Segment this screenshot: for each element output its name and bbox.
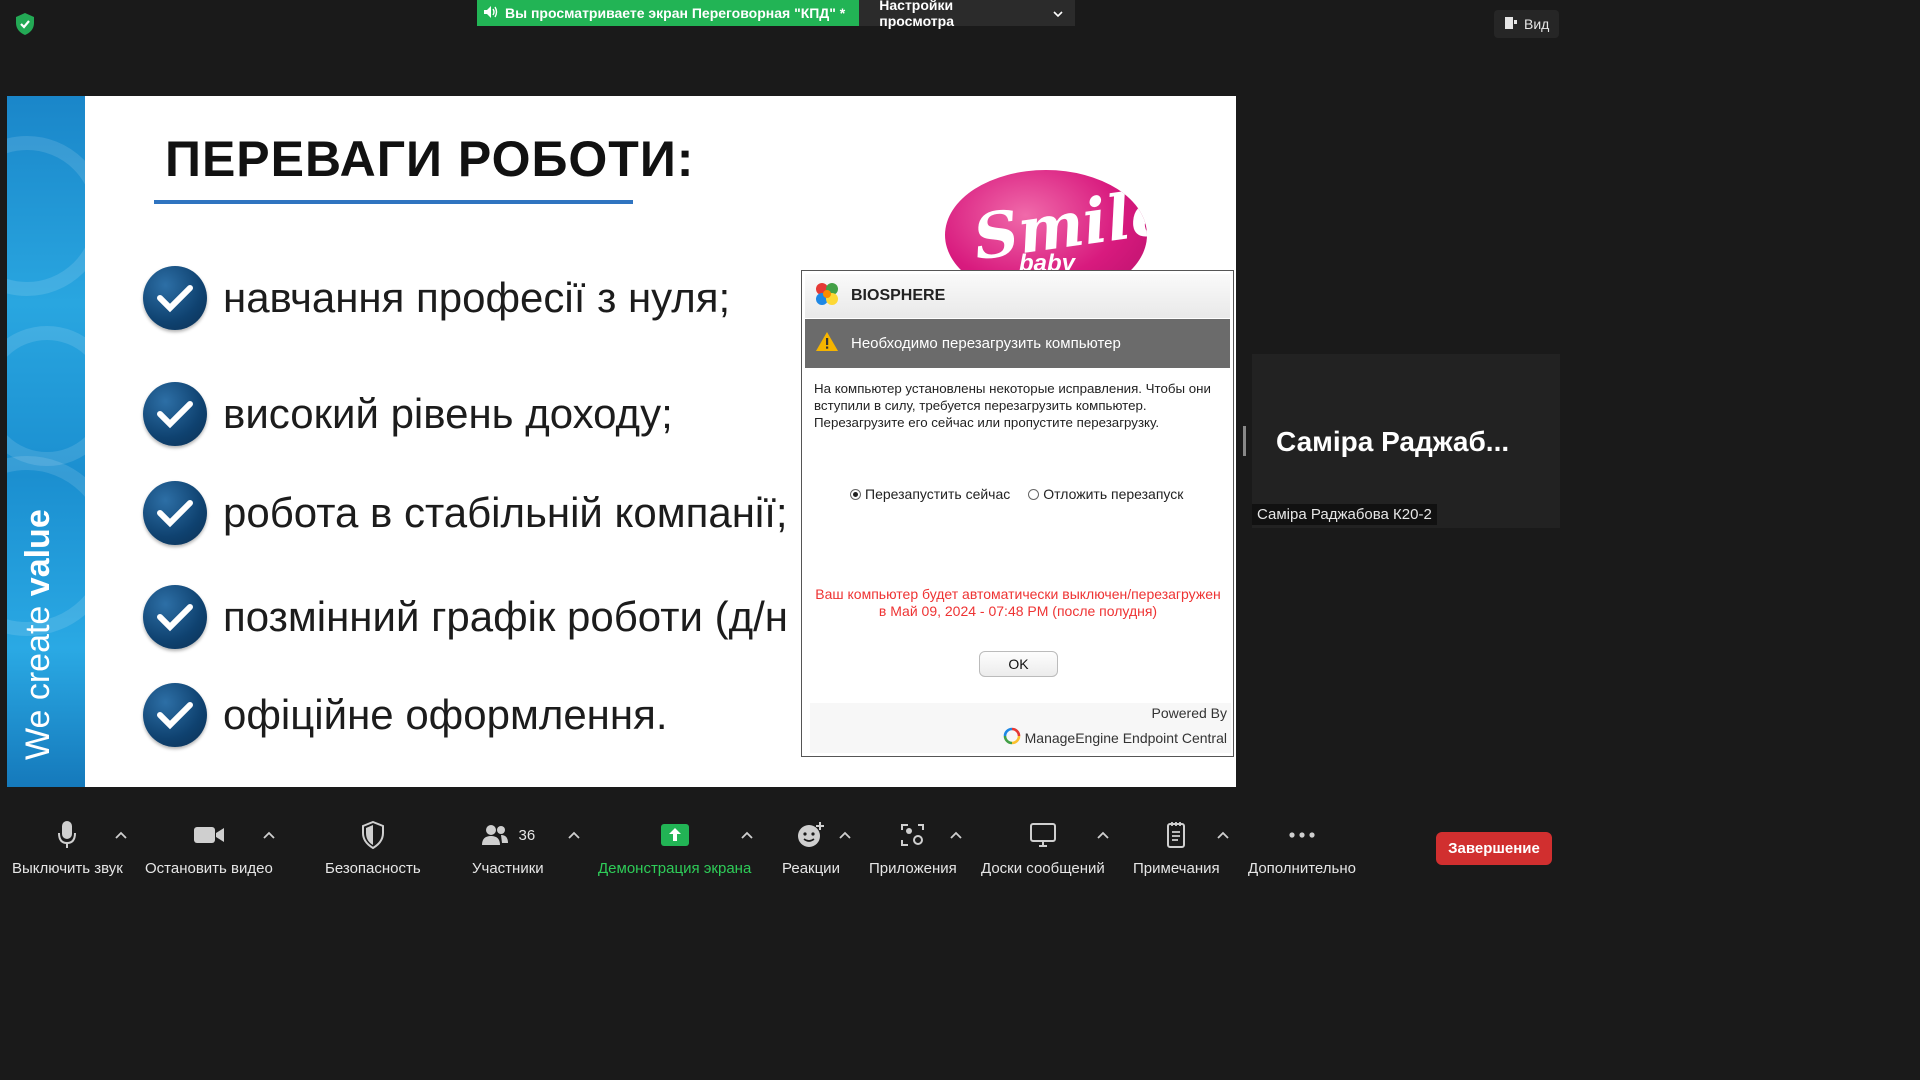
apps-button[interactable]: Приложения [869, 818, 957, 877]
slide-bullet: високий рівень доходу; [143, 382, 673, 446]
warning-icon [815, 331, 839, 356]
video-label: Остановить видео [145, 860, 273, 877]
ok-button[interactable]: OK [979, 651, 1058, 677]
emoji-add-icon [797, 818, 825, 852]
stop-video-button[interactable]: Остановить видео [145, 818, 273, 877]
view-label: Вид [1524, 16, 1550, 32]
layout-icon [1504, 16, 1518, 33]
view-button[interactable]: Вид [1494, 10, 1560, 38]
slide-side-strip: We create value [7, 96, 85, 787]
speaker-icon [483, 5, 499, 22]
chevron-up-icon[interactable] [1096, 830, 1110, 840]
microphone-icon [57, 818, 77, 852]
slide-strip-slogan: We create value [19, 500, 58, 760]
auto-restart-warning: Ваш компьютер будет автоматически выключ… [815, 586, 1221, 619]
chevron-up-icon[interactable] [262, 830, 276, 840]
participants-icon: 36 [480, 818, 535, 852]
dialog-header: BIOSPHERE [805, 274, 1230, 318]
checkmark-icon [143, 481, 207, 545]
slide-bullet: навчання професії з нуля; [143, 266, 730, 330]
checkmark-icon [143, 266, 207, 330]
checkmark-icon [143, 382, 207, 446]
slogan-bold: value [19, 509, 57, 597]
manageengine-logo-icon [1003, 727, 1021, 748]
radio-button-unchecked[interactable] [1028, 488, 1040, 500]
apps-label: Приложения [869, 860, 957, 877]
slide-bullet: позмінний графік роботи (д/н [143, 585, 788, 649]
dialog-footer: Powered By ManageEngine Endpoint Central [810, 703, 1231, 753]
participants-button[interactable]: 36 Участники [472, 818, 544, 877]
notes-button[interactable]: Примечания [1133, 818, 1220, 877]
security-shield-icon[interactable] [14, 12, 36, 36]
participant-display-name: Саміра Раджаб... [1276, 426, 1510, 457]
chevron-down-icon [1053, 5, 1063, 21]
slide-title: ПЕРЕВАГИ РОБОТИ: [165, 131, 695, 187]
slide-bullet: робота в стабільній компанії; [143, 481, 788, 545]
share-notice: Вы просматриваете экран Переговорная "КП… [477, 0, 860, 26]
bullet-text: навчання професії з нуля; [223, 274, 731, 321]
vendor-branding: ManageEngine Endpoint Central [1003, 727, 1227, 748]
share-notice-text: Вы просматриваете экран Переговорная "КП… [505, 5, 846, 21]
share-label: Демонстрация экрана [598, 860, 752, 877]
chevron-up-icon[interactable] [1216, 830, 1230, 840]
more-label: Дополнительно [1248, 860, 1356, 877]
shield-icon [361, 818, 385, 852]
reactions-label: Реакции [782, 860, 840, 877]
radio-restart-now[interactable]: Перезапустить сейчас [850, 486, 1010, 502]
radio-label: Перезапустить сейчас [865, 486, 1011, 502]
checkmark-icon [143, 585, 207, 649]
dialog-message: На компьютер установлены некоторые испра… [814, 381, 1211, 430]
screen-share-banner: Вы просматриваете экран Переговорная "КП… [477, 0, 1076, 29]
notes-label: Примечания [1133, 860, 1220, 877]
chevron-up-icon[interactable] [740, 830, 754, 840]
security-button[interactable]: Безопасность [325, 818, 421, 877]
mute-label: Выключить звук [12, 860, 123, 877]
end-meeting-button[interactable]: Завершение [1436, 832, 1552, 865]
more-dots-icon [1288, 818, 1316, 852]
video-camera-icon [193, 818, 225, 852]
whiteboards-label: Доски сообщений [981, 860, 1105, 877]
bullet-text: позмінний графік роботи (д/н [223, 593, 788, 640]
chevron-up-icon[interactable] [838, 830, 852, 840]
notes-icon [1165, 818, 1187, 852]
title-underline [154, 200, 633, 204]
participants-count: 36 [518, 826, 536, 844]
mute-button[interactable]: Выключить звук [12, 818, 123, 877]
chevron-up-icon[interactable] [114, 830, 128, 840]
security-label: Безопасность [325, 860, 421, 877]
bullet-text: офіційне оформлення. [223, 691, 668, 738]
restart-dialog: BIOSPHERE Необходимо перезагрузить компь… [801, 270, 1234, 757]
bullet-text: високий рівень доходу; [223, 390, 673, 437]
participant-video-tile[interactable]: Саміра Раджаб... Саміра Раджабова К20-2 [1252, 354, 1560, 528]
slogan-light: We create [19, 596, 57, 760]
dialog-app-name: BIOSPHERE [851, 287, 946, 304]
biosphere-logo-icon [813, 280, 841, 313]
chevron-up-icon[interactable] [567, 830, 581, 840]
participant-name-label: Саміра Раджабова К20-2 [1252, 504, 1437, 525]
view-options-button[interactable]: Настройки просмотра [859, 0, 1076, 29]
apps-icon [900, 818, 926, 852]
chevron-up-icon[interactable] [949, 830, 963, 840]
panel-resize-handle[interactable] [1243, 426, 1246, 456]
powered-by-label: Powered By [1151, 705, 1227, 721]
view-options-label: Настройки просмотра [879, 0, 954, 29]
restart-options: Перезапустить сейчас Отложить перезапуск [850, 486, 1183, 502]
meeting-toolbar: Выключить звук Остановить видео Безопасн… [0, 800, 1568, 882]
share-screen-button[interactable]: Демонстрация экрана [598, 818, 751, 877]
bullet-text: робота в стабільній компанії; [223, 489, 788, 536]
participants-label: Участники [472, 860, 544, 877]
slide-bullet: офіційне оформлення. [143, 683, 668, 747]
dialog-title-bar: Необходимо перезагрузить компьютер [805, 319, 1230, 368]
dialog-title: Необходимо перезагрузить компьютер [851, 335, 1121, 352]
whiteboard-icon [1029, 818, 1057, 852]
radio-button-checked[interactable] [850, 488, 861, 500]
checkmark-icon [143, 683, 207, 747]
more-button[interactable]: Дополнительно [1248, 818, 1356, 877]
radio-label: Отложить перезапуск [1043, 486, 1184, 502]
radio-postpone[interactable]: Отложить перезапуск [1028, 486, 1183, 502]
reactions-button[interactable]: Реакции [782, 818, 840, 877]
vendor-name: ManageEngine Endpoint Central [1024, 729, 1227, 746]
share-screen-icon [660, 818, 690, 852]
whiteboards-button[interactable]: Доски сообщений [981, 818, 1105, 877]
